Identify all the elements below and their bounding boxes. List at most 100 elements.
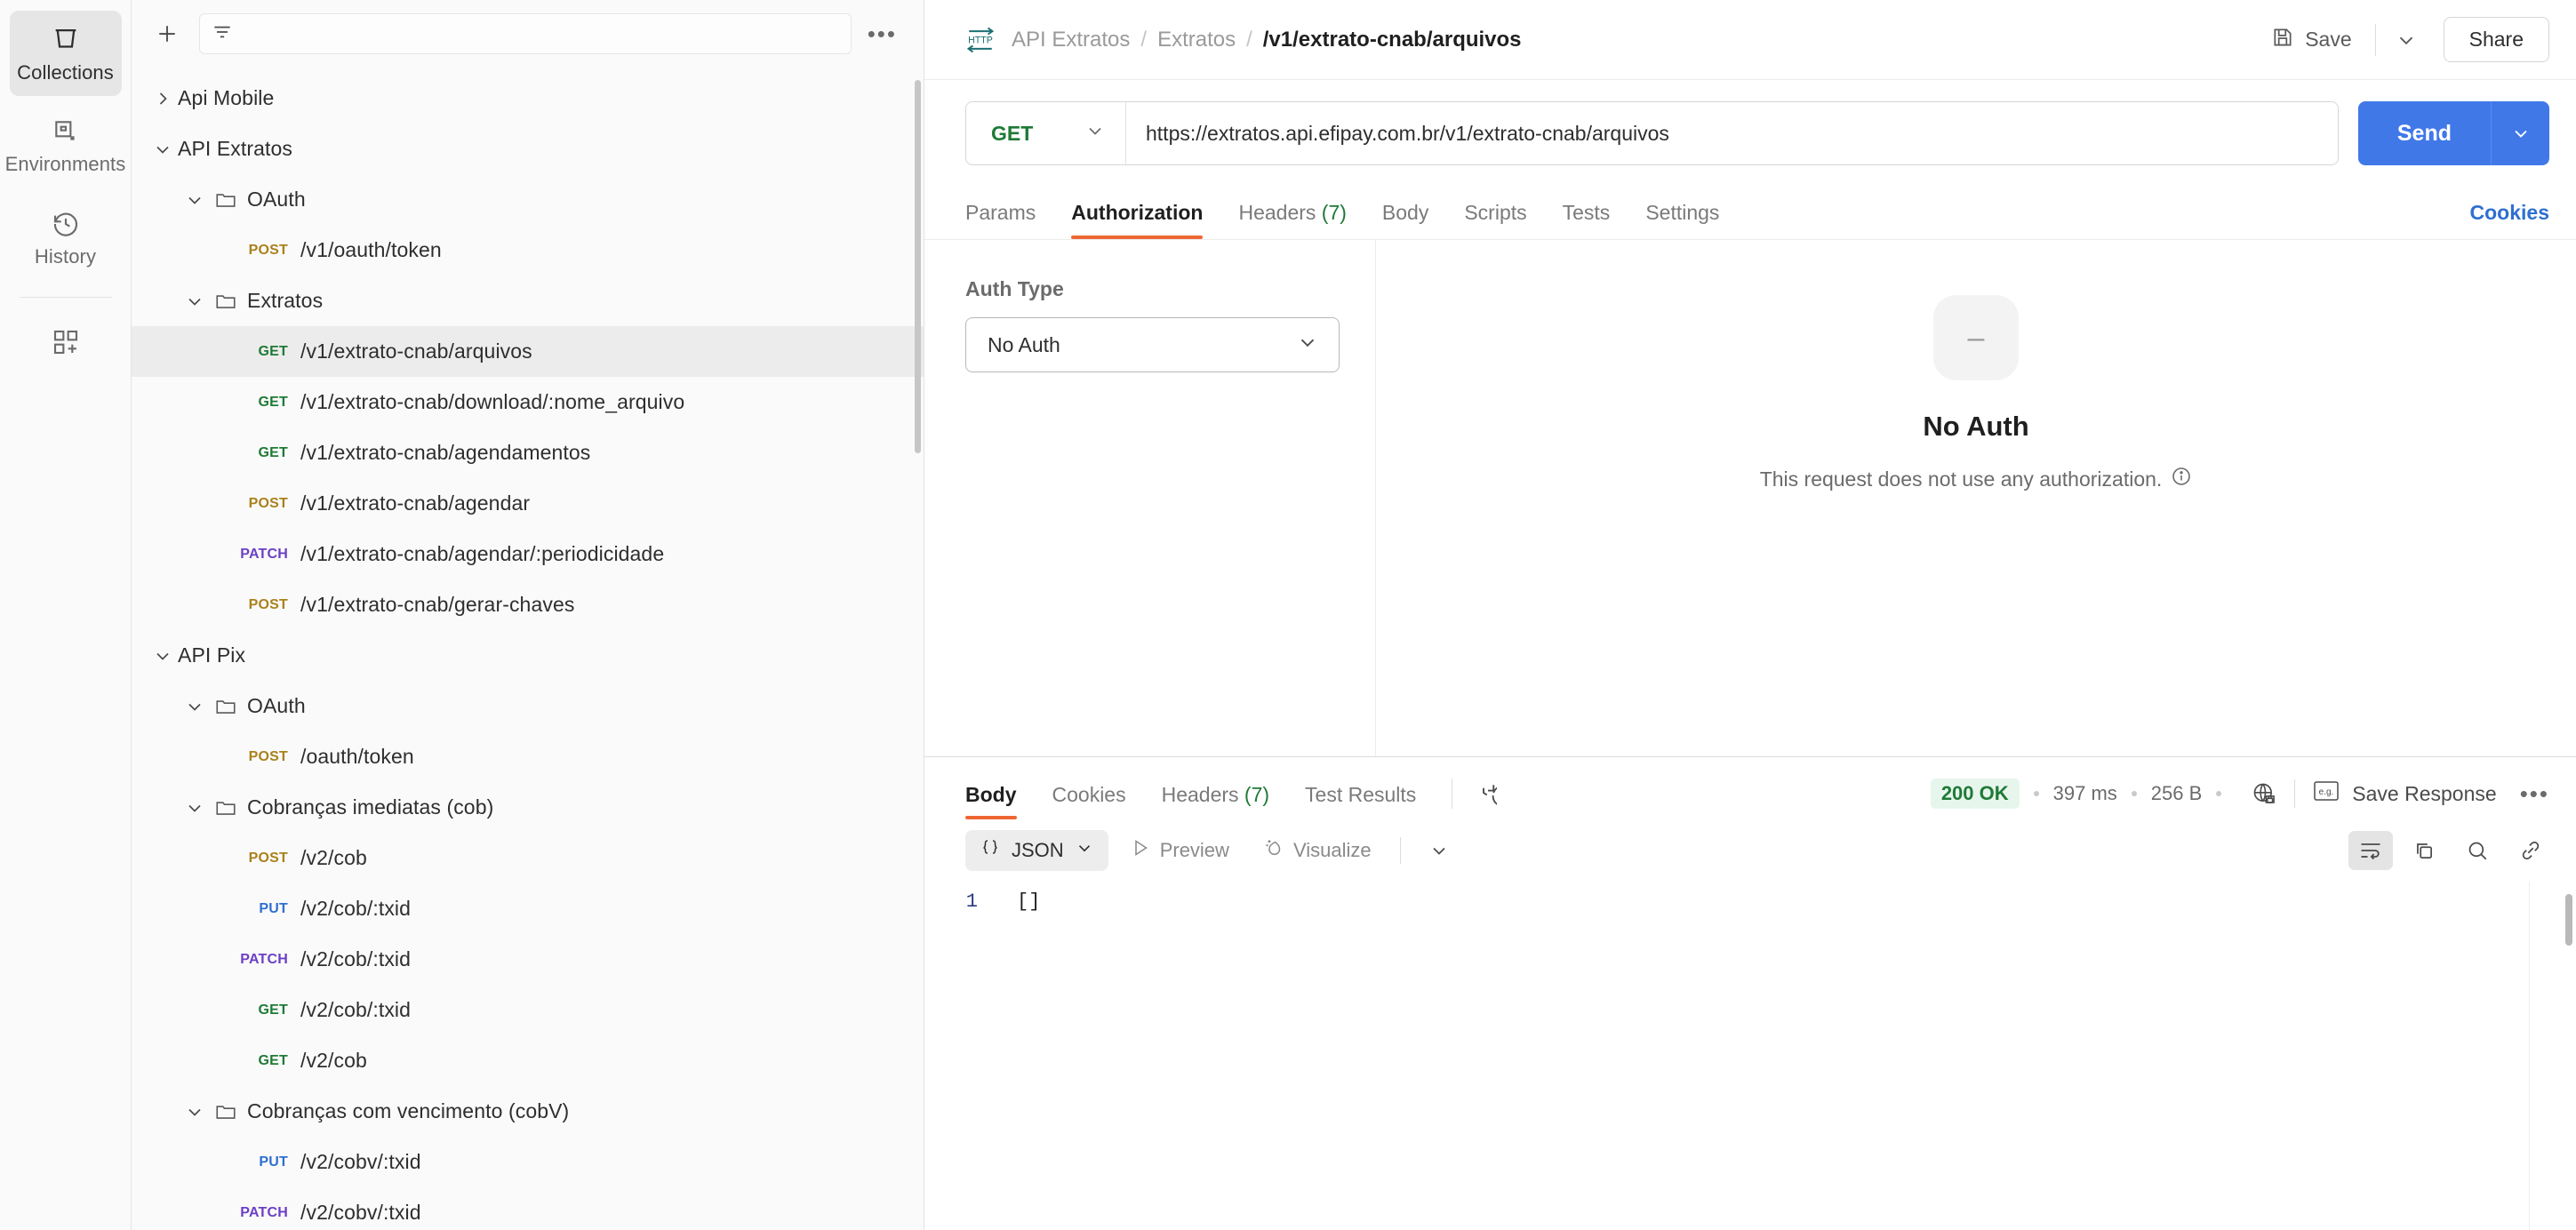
info-circle-icon[interactable]	[2171, 466, 2192, 492]
tree-collection-api-pix[interactable]: API Pix	[132, 630, 924, 681]
tree-folder-oauth[interactable]: OAuth	[132, 681, 924, 731]
send-button[interactable]: Send	[2357, 101, 2491, 165]
request-method: GET	[258, 444, 288, 460]
tree-request-v2-cob-txid[interactable]: PUT/v2/cob/:txid	[132, 883, 924, 934]
tree-folder-oauth[interactable]: OAuth	[132, 174, 924, 225]
url-input[interactable]	[1126, 102, 2338, 164]
tab-headers[interactable]: Headers (7)	[1220, 201, 1364, 239]
rail-item-environments[interactable]: Environments	[5, 103, 125, 188]
tab-label: Body	[1381, 201, 1429, 224]
rail-divider	[19, 297, 112, 298]
tree-request-v1-extrato-cnab-agendar-periodicidade[interactable]: PATCH/v1/extrato-cnab/agendar/:periodici…	[132, 529, 924, 579]
response-scrollbar[interactable]	[2565, 894, 2572, 946]
response-more-button[interactable]: •••	[2520, 782, 2549, 805]
tree-request-v1-extrato-cnab-arquivos[interactable]: GET/v1/extrato-cnab/arquivos	[132, 326, 924, 377]
tree-request-v2-cob[interactable]: GET/v2/cob	[132, 1035, 924, 1086]
breadcrumb-current[interactable]: /v1/extrato-cnab/arquivos	[1263, 28, 1522, 52]
tree-request-v1-extrato-cnab-agendamentos[interactable]: GET/v1/extrato-cnab/agendamentos	[132, 427, 924, 478]
authorization-panel: Auth Type No Auth – No Auth This request…	[924, 240, 2576, 756]
example-eg-icon: e.g.	[2313, 779, 2340, 808]
rail-item-add-apps[interactable]	[10, 317, 122, 367]
tab-settings[interactable]: Settings	[1628, 201, 1737, 239]
globe-lock-icon[interactable]	[2252, 781, 2276, 806]
breadcrumb-folder[interactable]: Extratos	[1157, 28, 1236, 52]
tree-item-label: /v2/cobv/:txid	[300, 1201, 421, 1224]
save-button[interactable]: Save	[2259, 17, 2364, 63]
response-body-editor[interactable]: 1 []	[924, 882, 2576, 1230]
tree-item-label: OAuth	[247, 694, 306, 717]
chevron-down-icon[interactable]	[180, 797, 210, 819]
tree-request-oauth-token[interactable]: POST/oauth/token	[132, 731, 924, 782]
response-tab-cookies[interactable]: Cookies	[1035, 783, 1144, 819]
response-tab-headers[interactable]: Headers (7)	[1144, 783, 1287, 819]
sidebar-scrollbar[interactable]	[915, 80, 921, 453]
tab-body[interactable]: Body	[1364, 201, 1446, 239]
response-tab-count: (7)	[1238, 783, 1270, 806]
tab-params[interactable]: Params	[965, 201, 1053, 239]
tab-scripts[interactable]: Scripts	[1446, 201, 1544, 239]
response-tab-test-results[interactable]: Test Results	[1287, 783, 1434, 819]
environments-icon	[52, 117, 80, 146]
save-options-button[interactable]	[2387, 20, 2426, 60]
tree-request-v2-cob[interactable]: POST/v2/cob	[132, 833, 924, 883]
chevron-down-icon[interactable]	[148, 139, 178, 160]
response-tab-body[interactable]: Body	[965, 783, 1035, 819]
chevron-down-icon[interactable]	[180, 1101, 210, 1122]
search-icon[interactable]	[2455, 831, 2500, 870]
chevron-down-icon[interactable]	[148, 645, 178, 667]
auth-type-select[interactable]: No Auth	[965, 317, 1340, 372]
tree-request-v2-cobv-txid[interactable]: PATCH/v2/cobv/:txid	[132, 1187, 924, 1230]
chevron-down-icon[interactable]	[180, 696, 210, 717]
tree-item-label: /v2/cob	[300, 1049, 367, 1072]
play-triangle-icon	[1130, 837, 1151, 864]
tree-folder-cobran-as-imediatas-cob[interactable]: Cobranças imediatas (cob)	[132, 782, 924, 833]
copy-icon[interactable]	[2402, 831, 2446, 870]
tree-folder-cobran-as-com-vencimento-cobv[interactable]: Cobranças com vencimento (cobV)	[132, 1086, 924, 1137]
share-button[interactable]: Share	[2443, 17, 2549, 62]
rail-item-history[interactable]: History	[10, 196, 122, 281]
tree-request-v1-extrato-cnab-gerar-chaves[interactable]: POST/v1/extrato-cnab/gerar-chaves	[132, 579, 924, 630]
tree-item-label: API Pix	[178, 643, 246, 667]
tab-label: Settings	[1645, 201, 1720, 224]
tree-item-label: /v2/cobv/:txid	[300, 1150, 421, 1173]
rail-item-collections[interactable]: Collections	[9, 11, 122, 96]
method-select[interactable]: GET	[966, 102, 1126, 164]
save-response-button[interactable]: e.g. Save Response	[2313, 779, 2497, 808]
tab-tests[interactable]: Tests	[1545, 201, 1628, 239]
response-options-button[interactable]	[1417, 831, 1461, 870]
response-format-select[interactable]: JSON	[965, 830, 1108, 871]
word-wrap-icon[interactable]	[2348, 831, 2393, 870]
folder-icon	[210, 796, 242, 819]
tree-folder-extratos[interactable]: Extratos	[132, 276, 924, 326]
tree-request-v1-extrato-cnab-download-nome-arquivo[interactable]: GET/v1/extrato-cnab/download/:nome_arqui…	[132, 377, 924, 427]
request-method: GET	[258, 1052, 288, 1068]
tree-request-v1-oauth-token[interactable]: POST/v1/oauth/token	[132, 225, 924, 276]
tree-request-v1-extrato-cnab-agendar[interactable]: POST/v1/extrato-cnab/agendar	[132, 478, 924, 529]
chevron-down-icon[interactable]	[180, 291, 210, 312]
http-icon: HTTP	[965, 25, 996, 55]
sidebar-more-button[interactable]: •••	[864, 22, 900, 45]
search-input[interactable]	[234, 23, 840, 44]
visualize-button[interactable]: Visualize	[1251, 830, 1384, 871]
cookies-link[interactable]: Cookies	[2470, 201, 2549, 239]
chevron-right-icon[interactable]	[148, 88, 178, 109]
tab-authorization[interactable]: Authorization	[1053, 201, 1220, 239]
tree-item-label: /v1/extrato-cnab/agendamentos	[300, 441, 591, 464]
breadcrumb-collection[interactable]: API Extratos	[1012, 28, 1130, 52]
tree-request-v2-cob-txid[interactable]: PATCH/v2/cob/:txid	[132, 934, 924, 985]
auth-type-column: Auth Type No Auth	[924, 240, 1376, 756]
tree-collection-api-extratos[interactable]: API Extratos	[132, 124, 924, 174]
tree-item-label: /v1/extrato-cnab/agendar/:periodicidade	[300, 542, 665, 565]
meta-dot	[2216, 791, 2222, 796]
tree-request-v2-cob-txid[interactable]: GET/v2/cob/:txid	[132, 985, 924, 1035]
send-options-button[interactable]	[2491, 101, 2549, 165]
preview-button[interactable]: Preview	[1117, 830, 1242, 871]
new-item-button[interactable]	[148, 14, 187, 53]
link-icon[interactable]	[2508, 831, 2553, 870]
response-tabs: Body Cookies Headers (7) Test Results	[965, 783, 1434, 819]
chevron-down-icon[interactable]	[180, 189, 210, 211]
tree-request-v2-cobv-txid[interactable]: PUT/v2/cobv/:txid	[132, 1137, 924, 1187]
sidebar-search[interactable]	[199, 13, 852, 54]
response-history-icon[interactable]	[1470, 779, 1515, 819]
tree-collection-api-mobile[interactable]: Api Mobile	[132, 73, 924, 124]
